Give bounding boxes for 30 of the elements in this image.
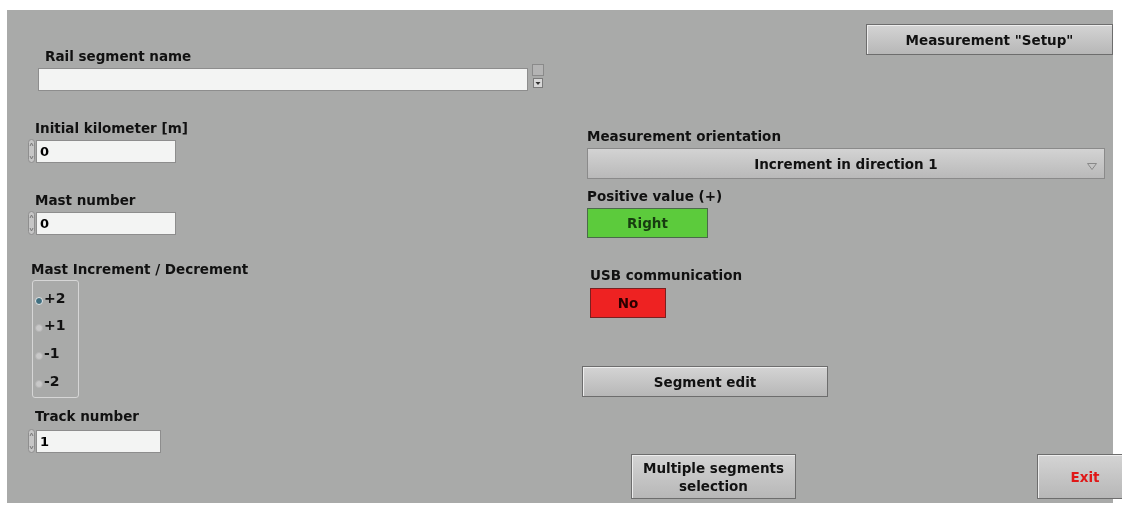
spinner-icon[interactable]	[28, 139, 35, 163]
spinner-icon[interactable]	[28, 211, 35, 235]
dropdown-arrow-icon	[1087, 163, 1097, 170]
field-label: Initial kilometer [m]	[35, 120, 188, 136]
segment-edit-button[interactable]: Segment edit	[582, 366, 828, 397]
status-indicator: Right	[587, 208, 708, 238]
indicator-label: Positive value (+)	[587, 188, 723, 204]
input-field[interactable]	[38, 68, 528, 91]
field-label: Rail segment name	[45, 48, 192, 64]
setup-button[interactable]: Measurement "Setup"	[866, 24, 1113, 55]
number-field[interactable]: 1	[36, 429, 161, 453]
radio-label[interactable]: -2	[44, 373, 60, 389]
status-indicator: No	[590, 288, 666, 318]
orientation-dropdown[interactable]: Increment in direction 1	[587, 148, 1105, 179]
radio-button[interactable]	[35, 324, 43, 332]
number-field[interactable]: 0	[36, 211, 176, 235]
field-label: Measurement orientation	[587, 128, 781, 144]
multiple-segments-button[interactable]: Multiple segments selection	[631, 454, 796, 499]
indicator-label: USB communication	[590, 267, 742, 283]
radio-button[interactable]	[35, 380, 43, 388]
radio-button[interactable]	[35, 352, 43, 360]
field-label: Track number	[35, 408, 139, 424]
radio-label[interactable]: +2	[44, 290, 66, 306]
spinner-icon[interactable]	[28, 429, 35, 453]
radio-label[interactable]: -1	[44, 345, 60, 361]
field-label: Mast number	[35, 192, 136, 208]
scroll-arrow-icon[interactable]	[532, 64, 544, 88]
number-field[interactable]: 0	[36, 139, 176, 163]
radio-label[interactable]: +1	[44, 317, 66, 333]
group-label: Mast Increment / Decrement	[31, 261, 249, 277]
